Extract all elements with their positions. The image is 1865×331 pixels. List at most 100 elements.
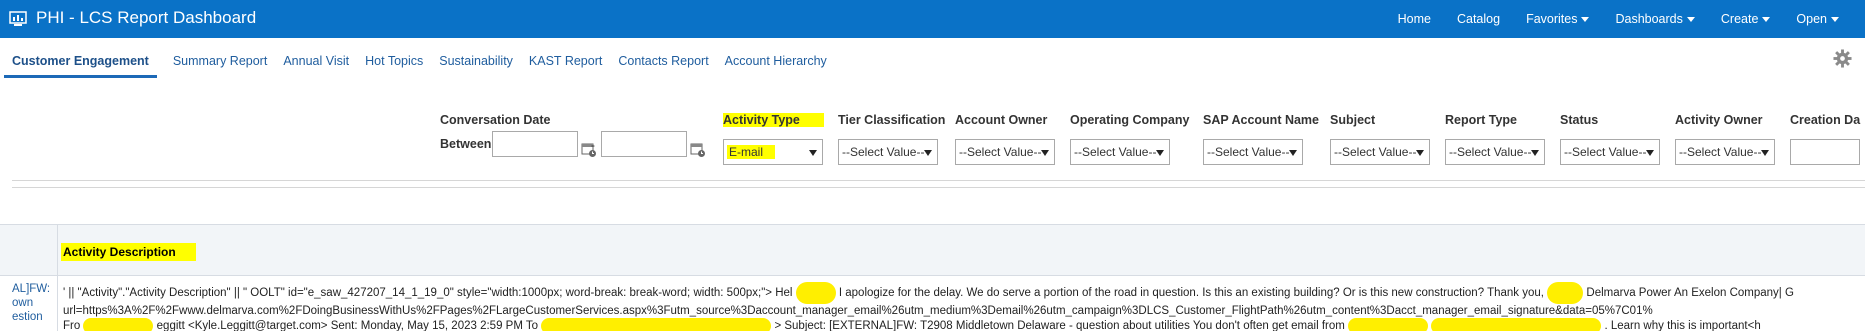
top-bar: PHI - LCS Report Dashboard Home Catalog … <box>0 0 1865 38</box>
select-value: --Select Value-- <box>842 145 925 159</box>
redaction-mark <box>795 282 836 304</box>
activity-type-select[interactable]: E-mail <box>723 139 823 165</box>
description-text: I apologize for the delay. We do serve a… <box>838 287 1544 300</box>
calendar-icon[interactable] <box>690 142 706 158</box>
app-title: PHI - LCS Report Dashboard <box>36 8 257 27</box>
operating-company-select[interactable]: --Select Value-- <box>1070 139 1170 165</box>
filter-label: Report Type <box>1445 113 1517 127</box>
tab-summary-report[interactable]: Summary Report <box>173 54 267 78</box>
filter-account-owner: Account Owner --Select Value-- <box>955 113 1055 165</box>
status-select[interactable]: --Select Value-- <box>1560 139 1660 165</box>
filter-label: Activity Type <box>723 113 824 127</box>
tab-customer-engagement[interactable]: Customer Engagement <box>4 54 157 78</box>
select-value: --Select Value-- <box>1334 145 1417 159</box>
nav-label: Favorites <box>1526 12 1578 26</box>
filter-label: Status <box>1560 113 1599 127</box>
column-separator <box>57 224 58 331</box>
subject-select[interactable]: --Select Value-- <box>1330 139 1430 165</box>
date-to-input[interactable] <box>601 131 687 157</box>
date-range-separator: - <box>591 138 595 152</box>
nav-label: Catalog <box>1456 12 1501 26</box>
tab-account-hierarchy[interactable]: Account Hierarchy <box>725 54 827 78</box>
select-value: --Select Value-- <box>1679 145 1762 159</box>
tab-kast-report[interactable]: KAST Report <box>529 54 602 78</box>
description-line-2: url=https%3A%2F%2Fwww.delmarva.com%2FDoi… <box>63 304 1865 318</box>
dropdown-arrow-icon <box>1041 150 1049 156</box>
table-cell-activity-description: ' || "Activity"."Activity Description" |… <box>63 282 1865 331</box>
filter-label: Subject <box>1330 113 1376 127</box>
column-header-label: Activity Description <box>61 243 196 261</box>
description-text: Delmarva Power An Exelon Company| G <box>1586 287 1794 300</box>
cell-line: estion <box>12 311 43 323</box>
filter-label-wrap: Activity Type <box>723 113 824 131</box>
filter-label: Tier Classification <box>838 113 946 127</box>
table-cell-subject-link[interactable]: AL]FW: own estion <box>12 282 56 324</box>
filter-label: Activity Owner <box>1675 113 1763 127</box>
description-line-1: ' || "Activity"."Activity Description" |… <box>63 282 1865 304</box>
tab-annual-visit[interactable]: Annual Visit <box>283 54 349 78</box>
tab-sustainability[interactable]: Sustainability <box>439 54 513 78</box>
gear-icon[interactable] <box>1833 49 1852 68</box>
tier-classification-select[interactable]: --Select Value-- <box>838 139 938 165</box>
filter-label: Operating Company <box>1070 113 1190 127</box>
nav-create[interactable]: Create <box>1721 12 1771 26</box>
filter-subject: Subject --Select Value-- <box>1330 113 1430 165</box>
nav-catalog[interactable]: Catalog <box>1457 12 1500 26</box>
caret-down-icon <box>1581 16 1590 22</box>
filter-sap-account-name: SAP Account Name --Select Value-- <box>1203 113 1319 165</box>
column-header-activity-description[interactable]: Activity Description <box>61 243 196 261</box>
account-owner-select[interactable]: --Select Value-- <box>955 139 1055 165</box>
report-type-select[interactable]: --Select Value-- <box>1445 139 1545 165</box>
dashboard-tabs: Customer Engagement Summary Report Annua… <box>4 54 843 78</box>
caret-down-icon <box>1831 16 1839 22</box>
caret-down-icon <box>1762 16 1771 22</box>
nav-dashboards[interactable]: Dashboards <box>1615 12 1695 26</box>
between-label: Between <box>440 137 492 151</box>
nav-open[interactable]: Open <box>1796 12 1839 26</box>
cell-line: own <box>12 297 34 309</box>
results-table: Activity Description AL]FW: own estion '… <box>0 224 1865 331</box>
dropdown-arrow-icon <box>924 150 932 156</box>
nav-label: Create <box>1720 12 1759 26</box>
select-value: --Select Value-- <box>1449 145 1532 159</box>
creation-date-input[interactable] <box>1790 139 1860 165</box>
select-value: --Select Value-- <box>1564 145 1647 159</box>
filter-label: Creation Da <box>1790 113 1861 127</box>
table-header-row <box>0 224 1865 276</box>
dropdown-arrow-icon <box>1416 150 1424 156</box>
tab-hot-topics[interactable]: Hot Topics <box>365 54 423 78</box>
filter-tier-classification: Tier Classification --Select Value-- <box>838 113 945 165</box>
nav-label: Dashboards <box>1615 12 1683 26</box>
divider <box>12 180 1865 181</box>
filter-label: Account Owner <box>955 113 1048 127</box>
description-text: url=https%3A%2F%2Fwww.delmarva.com%2FDoi… <box>63 305 1653 317</box>
caret-down-icon <box>1686 16 1695 22</box>
select-value: E-mail <box>727 145 776 159</box>
filter-label: Conversation Date <box>440 113 551 127</box>
date-from-input[interactable] <box>492 131 578 157</box>
dropdown-arrow-icon <box>1156 150 1164 156</box>
description-text: ' || "Activity"."Activity Description" |… <box>63 287 793 300</box>
activity-owner-select[interactable]: --Select Value-- <box>1675 139 1775 165</box>
dropdown-arrow-icon <box>1531 150 1539 156</box>
tab-contacts-report[interactable]: Contacts Report <box>618 54 708 78</box>
description-text: Fro <box>63 320 81 331</box>
sap-account-name-select[interactable]: --Select Value-- <box>1203 139 1303 165</box>
filter-status: Status --Select Value-- <box>1560 113 1660 165</box>
description-text: > Subject: [EXTERNAL]FW: T2908 Middletow… <box>774 320 1345 331</box>
redaction-mark <box>1431 318 1602 331</box>
nav-home[interactable]: Home <box>1398 12 1431 26</box>
nav-label: Home <box>1397 12 1431 26</box>
filter-activity-owner: Activity Owner --Select Value-- <box>1675 113 1775 165</box>
filter-report-type: Report Type --Select Value-- <box>1445 113 1545 165</box>
description-line-3: Fro eggitt <Kyle.Leggitt@target.com> Sen… <box>63 318 1865 331</box>
divider <box>12 187 1865 188</box>
select-value: --Select Value-- <box>1074 145 1157 159</box>
filter-activity-type: Activity Type E-mail <box>723 113 824 165</box>
dropdown-arrow-icon <box>1289 150 1297 156</box>
redaction-mark <box>83 318 154 331</box>
filter-creation-date: Creation Da <box>1790 113 1865 165</box>
nav-favorites[interactable]: Favorites <box>1526 12 1590 26</box>
filter-label: SAP Account Name <box>1203 113 1320 127</box>
cell-line: AL]FW: <box>12 283 51 295</box>
